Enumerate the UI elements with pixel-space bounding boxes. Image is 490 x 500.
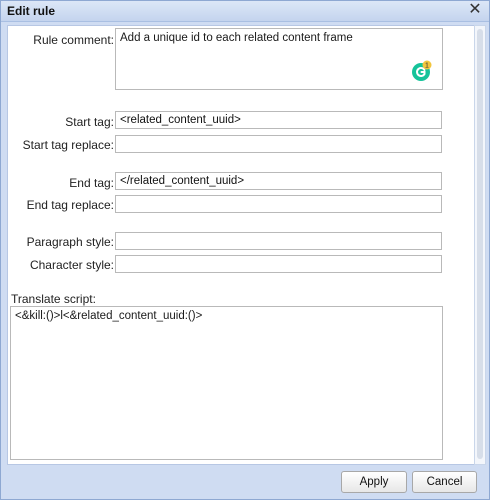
start-tag-label: Start tag: — [65, 115, 114, 129]
vertical-scrollbar[interactable] — [474, 25, 486, 465]
end-tag-label: End tag: — [69, 176, 114, 190]
rule-comment-field[interactable]: Add a unique id to each related content … — [115, 28, 443, 90]
dialog-title: Edit rule — [7, 4, 56, 18]
start-tag-replace-label: Start tag replace: — [22, 138, 114, 152]
cancel-button[interactable]: Cancel — [412, 471, 477, 493]
start-tag-replace-field[interactable] — [115, 135, 442, 153]
title-bar: Edit rule ✕ — [1, 1, 489, 22]
edit-rule-dialog: Edit rule ✕ Rule comment: Add a unique i… — [0, 0, 490, 500]
paragraph-style-label: Paragraph style: — [26, 235, 114, 249]
grammarly-badge: 1 — [425, 63, 429, 70]
paragraph-style-field[interactable] — [115, 232, 442, 250]
end-tag-field[interactable]: </related_content_uuid> — [115, 172, 442, 190]
start-tag-field[interactable]: <related_content_uuid> — [115, 111, 442, 129]
end-tag-replace-label: End tag replace: — [26, 198, 114, 212]
grammarly-icon[interactable]: 1 — [410, 60, 432, 82]
scrollbar-thumb[interactable] — [477, 29, 483, 459]
character-style-label: Character style: — [29, 258, 114, 272]
translate-script-field[interactable]: <&kill:()>l<&related_content_uuid:()> — [10, 306, 443, 460]
translate-script-text: <&kill:()>l<&related_content_uuid:()> — [15, 310, 203, 322]
rule-comment-label: Rule comment: — [33, 33, 114, 47]
character-style-field[interactable] — [115, 255, 442, 273]
translate-script-label: Translate script: — [11, 292, 96, 306]
close-icon[interactable]: ✕ — [467, 2, 483, 18]
apply-button[interactable]: Apply — [341, 471, 407, 493]
rule-comment-text: Add a unique id to each related content … — [120, 32, 353, 44]
form-panel: Rule comment: Add a unique id to each re… — [7, 25, 475, 465]
end-tag-replace-field[interactable] — [115, 195, 442, 213]
